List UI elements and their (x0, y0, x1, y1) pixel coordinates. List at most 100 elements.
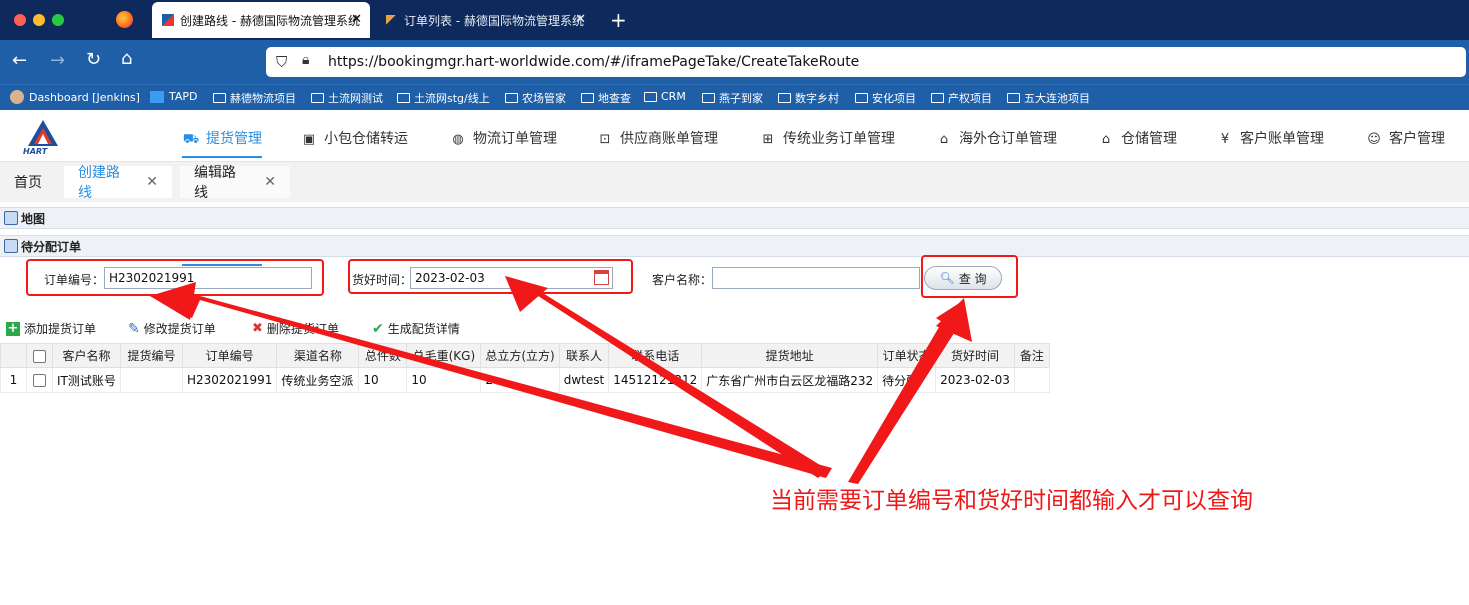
column-header[interactable]: 提货编号 (120, 343, 183, 368)
menu-overseas-warehouse[interactable]: ⌂ 海外仓订单管理 (935, 128, 1057, 148)
pending-orders-panel-header[interactable]: 待分配订单 (0, 235, 1469, 257)
column-header[interactable]: 提货地址 (701, 343, 879, 368)
url-text: https://bookingmgr.hart-worldwide.com/#/… (328, 54, 860, 70)
bookmark-jenkins[interactable]: Dashboard [Jenkins] (10, 90, 140, 104)
menu-customers[interactable]: ☺ 客户管理 (1365, 128, 1445, 148)
close-tab-icon[interactable]: ✕ (351, 12, 362, 27)
panel-icon (4, 211, 18, 225)
tab-title: 创建路线 - 赫德国际物流管理系统 (180, 13, 360, 28)
new-tab-button[interactable]: + (610, 8, 627, 32)
back-icon[interactable]: ← (12, 50, 27, 71)
folder-icon (931, 93, 944, 103)
checkbox[interactable] (33, 349, 46, 363)
column-header[interactable]: 联系人 (558, 343, 610, 368)
checkbox[interactable] (33, 374, 46, 387)
bookmark-folder[interactable]: 产权项目 (931, 90, 992, 106)
menu-label: 物流订单管理 (473, 131, 557, 147)
column-header[interactable]: 渠道名称 (276, 343, 360, 368)
row-checkbox-cell[interactable] (26, 367, 53, 393)
folder-icon (505, 93, 518, 103)
bill-icon: ⊡ (599, 132, 611, 147)
menu-label: 提货管理 (206, 131, 262, 147)
bookmark-folder[interactable]: 数字乡村 (778, 90, 839, 106)
bookmark-tapd[interactable]: TAPD (150, 90, 198, 103)
bookmark-folder[interactable]: 燕子到家 (702, 90, 763, 106)
tab-favicon-icon (162, 14, 174, 26)
table-cell: dwtest (558, 367, 610, 393)
generate-distribution-button[interactable]: ✔ 生成配货详情 (372, 320, 460, 337)
column-header[interactable]: 总毛重(KG) (406, 343, 482, 368)
row-number: 1 (0, 367, 27, 393)
shield-icon[interactable]: ⛉ (276, 53, 287, 71)
column-header[interactable]: 货好时间 (935, 343, 1015, 368)
close-window-icon[interactable] (14, 14, 26, 26)
tab-label: 创建路线 (78, 165, 120, 201)
column-header[interactable]: 联系电话 (608, 343, 703, 368)
tab-edit-route[interactable]: 编辑路线 ✕ (180, 165, 290, 201)
reload-icon[interactable]: ↻ (86, 49, 101, 70)
column-header[interactable]: 订单状态 (877, 343, 937, 368)
edit-pickup-order-button[interactable]: ✎ 修改提货订单 (128, 320, 216, 337)
folder-icon (644, 91, 657, 102)
select-all-checkbox[interactable] (26, 343, 53, 368)
annotation-box-query (921, 255, 1018, 298)
close-icon[interactable]: ✕ (146, 174, 158, 190)
bookmark-folder[interactable]: 地查查 (581, 90, 631, 106)
page-tab-bar: 首页 创建路线 ✕ 编辑路线 ✕ (0, 162, 1469, 202)
bookmark-folder[interactable]: 安化项目 (855, 90, 916, 106)
browser-tab-order-list[interactable]: 订单列表 - 赫德国际物流管理系统 ✕ (376, 2, 594, 38)
column-header[interactable]: 备注 (1013, 343, 1050, 368)
bookmark-folder[interactable]: 赫德物流项目 (213, 90, 296, 106)
panel-icon (4, 239, 18, 253)
table-cell: 传统业务空派 (276, 367, 360, 393)
bookmark-label: 土流网测试 (328, 92, 383, 105)
table-cell: 待分配 (877, 367, 937, 393)
bookmark-folder[interactable]: 土流网测试 (311, 90, 383, 106)
bookmark-label: 土流网stg/线上 (414, 92, 490, 105)
bookmark-label: 地查查 (598, 92, 631, 105)
browser-tab-create-route[interactable]: 创建路线 - 赫德国际物流管理系统 ✕ (152, 2, 370, 38)
map-panel-header[interactable]: 地图 (0, 207, 1469, 229)
menu-traditional-orders[interactable]: ⊞ 传统业务订单管理 (759, 128, 895, 148)
truck-icon: ⛟ (182, 132, 200, 147)
tapd-icon (150, 90, 164, 103)
folder-icon (855, 93, 868, 103)
box-icon: ▣ (302, 132, 316, 147)
column-header[interactable]: 订单编号 (181, 343, 278, 368)
menu-warehouse[interactable]: ⌂ 仓储管理 (1097, 128, 1177, 148)
column-header[interactable]: 客户名称 (52, 343, 121, 368)
table-row[interactable]: 1 IT测试账号 H2302021991 传统业务空派 10 10 2 dwte… (0, 367, 1050, 393)
address-bar[interactable]: ⛉ 🔒︎ https://bookingmgr.hart-worldwide.c… (266, 47, 1466, 77)
zoom-window-icon[interactable] (52, 14, 64, 26)
close-icon[interactable]: ✕ (264, 174, 276, 190)
close-tab-icon[interactable]: ✕ (575, 12, 586, 27)
bookmark-folder[interactable]: 农场管家 (505, 90, 566, 106)
delete-pickup-order-button[interactable]: ✖ 删除提货订单 (252, 320, 339, 337)
menu-logistics-orders[interactable]: ◍ 物流订单管理 (449, 128, 557, 148)
customer-name-input[interactable] (712, 267, 920, 289)
forward-icon[interactable]: → (50, 50, 65, 71)
hart-logo[interactable]: HART (22, 118, 64, 158)
toolbar-label: 修改提货订单 (143, 322, 216, 336)
logo-text: HART (23, 147, 48, 156)
column-header[interactable]: 总件数 (358, 343, 408, 368)
check-icon: ✔ (372, 320, 384, 337)
panel-title: 待分配订单 (21, 239, 82, 254)
add-pickup-order-button[interactable]: + 添加提货订单 (6, 320, 96, 337)
delete-icon: ✖ (252, 321, 263, 336)
menu-supplier-bills[interactable]: ⊡ 供应商账单管理 (596, 128, 718, 148)
bookmark-folder[interactable]: 五大连池项目 (1007, 90, 1090, 106)
bookmark-folder[interactable]: 土流网stg/线上 (397, 90, 490, 106)
lock-icon[interactable]: 🔒︎ (302, 52, 309, 68)
column-header[interactable]: 总立方(立方) (480, 343, 560, 368)
tab-create-route[interactable]: 创建路线 ✕ (64, 165, 172, 201)
menu-customer-bills[interactable]: ¥ 客户账单管理 (1216, 128, 1324, 148)
menu-pickup-management[interactable]: ⛟ 提货管理 (182, 128, 262, 149)
folder-icon (702, 93, 715, 103)
tab-home[interactable]: 首页 (0, 166, 56, 198)
home-icon[interactable]: ⌂ (121, 48, 132, 69)
bookmark-label: 农场管家 (522, 92, 566, 105)
bookmark-folder[interactable]: CRM (644, 90, 686, 103)
minimize-window-icon[interactable] (33, 14, 45, 26)
menu-parcel-transfer[interactable]: ▣ 小包仓储转运 (300, 128, 408, 148)
